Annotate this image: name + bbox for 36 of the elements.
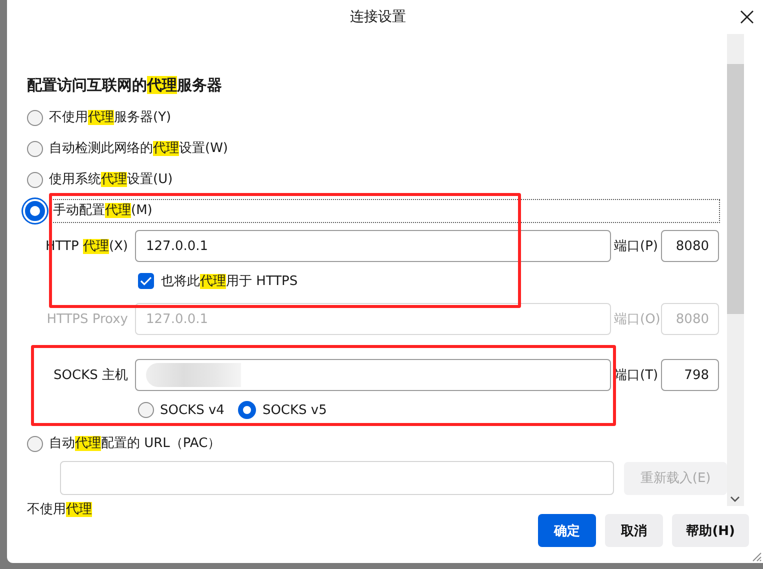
option-label: 不使用代理 (27, 501, 92, 519)
window-title: 连接设置 (350, 8, 406, 26)
dialog-button[interactable]: 帮助(H) (672, 514, 749, 547)
close-icon[interactable] (740, 10, 754, 24)
checkbox[interactable] (138, 273, 154, 289)
dialog-button[interactable]: 确定 (538, 514, 596, 547)
checkmark-icon (140, 276, 152, 286)
checkbox-label[interactable]: 也将此代理用于 HTTPS (161, 272, 298, 290)
pac-url-field[interactable] (60, 461, 614, 495)
resize-grip-icon[interactable] (750, 550, 762, 562)
field-label: SOCKS 主机 (52, 367, 128, 384)
port-field[interactable]: 8080 (661, 230, 719, 262)
section-heading: 配置访问互联网的代理服务器 (27, 75, 223, 96)
radio-button[interactable] (238, 401, 256, 419)
host-field[interactable] (135, 359, 611, 391)
radio-button[interactable] (138, 402, 154, 418)
dialog-button[interactable]: 取消 (605, 514, 664, 547)
radio-label[interactable]: 自动检测此网络的代理设置(W) (49, 138, 228, 160)
radio-button[interactable] (27, 172, 43, 188)
field-label: HTTPS Proxy (46, 312, 128, 326)
port-label: 端口(O) (614, 311, 661, 328)
radio-button[interactable] (27, 110, 43, 126)
radio-label[interactable]: 不使用代理服务器(Y) (49, 106, 172, 128)
scroll-down-icon[interactable] (730, 496, 740, 502)
radio-label[interactable]: 使用系统代理设置(U) (49, 168, 173, 190)
scrollbar-thumb[interactable] (727, 64, 744, 314)
radio-button[interactable] (27, 140, 43, 156)
scrollbar[interactable] (727, 34, 744, 506)
radio-label[interactable]: 自动代理配置的 URL（PAC） (49, 432, 221, 454)
radio-label[interactable]: SOCKS v4 (160, 402, 224, 418)
radio-label[interactable]: 手动配置代理(M) (51, 200, 719, 222)
host-field[interactable]: 127.0.0.1 (135, 230, 611, 262)
port-label: 端口(P) (614, 238, 659, 255)
port-field[interactable]: 798 (661, 359, 719, 391)
radio-button[interactable] (27, 436, 43, 452)
radio-label[interactable]: SOCKS v5 (262, 402, 327, 418)
